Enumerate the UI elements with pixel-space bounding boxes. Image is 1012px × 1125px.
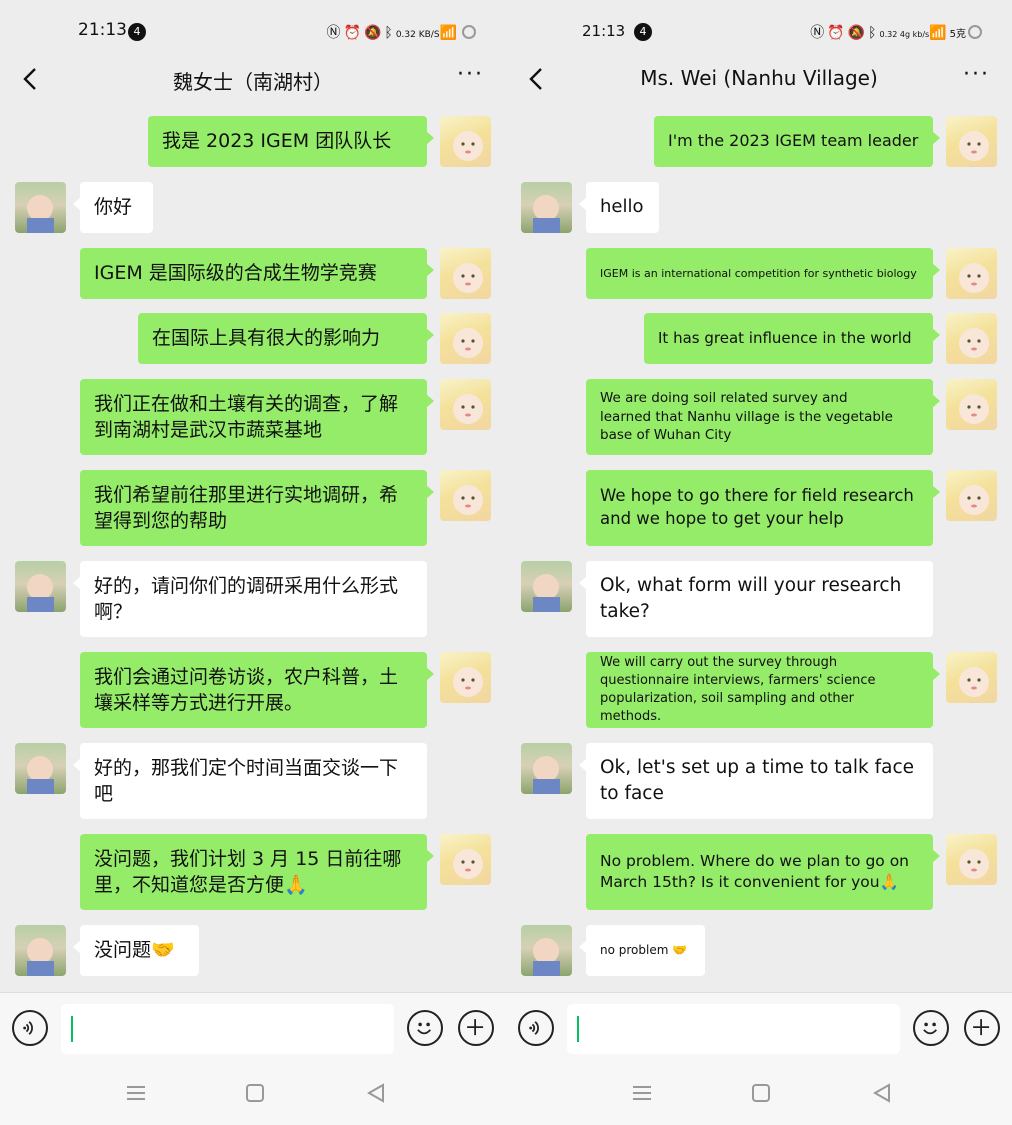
my-avatar[interactable] <box>946 248 997 299</box>
plus-icon[interactable] <box>964 1010 1000 1046</box>
chat-header: 魏女士（南湖村） ··· <box>0 56 506 106</box>
battery-icon <box>968 25 982 39</box>
status-bar: 21:13 4 Ⓝ⏰🔕ᛒ0.32 4g kb/s📶5克 <box>506 18 1012 46</box>
message-bubble-sent[interactable]: 我们会通过问卷访谈，农户科普，土壤采样等方式进行开展。 <box>80 652 434 728</box>
my-avatar[interactable] <box>440 379 491 430</box>
message-bubble-received[interactable]: 没问题🤝 <box>73 925 199 976</box>
message-input[interactable] <box>61 1004 394 1054</box>
contact-avatar[interactable] <box>521 561 572 612</box>
chat-input-bar <box>506 992 1012 1062</box>
my-avatar[interactable] <box>440 470 491 521</box>
my-avatar[interactable] <box>946 834 997 885</box>
menu-icon[interactable] <box>125 1082 147 1104</box>
message-bubble-received[interactable]: 好的，那我们定个时间当面交谈一下吧 <box>73 743 427 819</box>
plus-icon[interactable] <box>458 1010 494 1046</box>
message-bubble-received[interactable]: 好的，请问你们的调研采用什么形式啊？ <box>73 561 427 637</box>
contact-avatar[interactable] <box>15 561 66 612</box>
message-bubble-sent[interactable]: IGEM 是国际级的合成生物学竞赛 <box>80 248 434 299</box>
battery-icon <box>462 25 476 39</box>
message-bubble-sent[interactable]: 我们正在做和土壤有关的调查，了解到南湖村是武汉市蔬菜基地 <box>80 379 434 455</box>
signal-icon: 📶 <box>929 25 950 41</box>
contact-avatar[interactable] <box>521 925 572 976</box>
contact-avatar[interactable] <box>15 925 66 976</box>
back-icon[interactable] <box>16 64 46 94</box>
message-bubble-sent[interactable]: No problem. Where do we plan to go on Ma… <box>586 834 940 910</box>
notification-count-badge: 4 <box>128 23 146 41</box>
emoji-icon[interactable] <box>407 1010 443 1046</box>
my-avatar[interactable] <box>440 313 491 364</box>
message-bubble-sent[interactable]: 我们希望前往那里进行实地调研，希望得到您的帮助 <box>80 470 434 546</box>
message-bubble-received[interactable]: hello <box>579 182 659 233</box>
status-time: 21:13 <box>78 20 127 40</box>
bluetooth-icon: ᛒ <box>868 25 880 41</box>
my-avatar[interactable] <box>946 313 997 364</box>
back-triangle-icon[interactable] <box>365 1082 387 1104</box>
chat-header: Ms. Wei (Nanhu Village) ··· <box>506 56 1012 106</box>
message-bubble-sent[interactable]: IGEM is an international competition for… <box>586 248 940 299</box>
message-input[interactable] <box>567 1004 900 1054</box>
mute-icon: 🔕 <box>847 25 869 41</box>
message-bubble-sent[interactable]: It has great influence in the world <box>644 313 940 364</box>
contact-avatar[interactable] <box>521 743 572 794</box>
text-caret <box>577 1016 579 1042</box>
status-bar: 21:13 4 Ⓝ⏰🔕ᛒ0.32 KB/S📶 <box>0 18 506 46</box>
network-speed: 0.32 4g kb/s <box>879 30 930 39</box>
voice-icon[interactable] <box>518 1010 554 1046</box>
more-icon[interactable]: ··· <box>963 62 990 87</box>
menu-icon[interactable] <box>631 1082 653 1104</box>
home-icon[interactable] <box>244 1082 266 1104</box>
message-bubble-sent[interactable]: I'm the 2023 IGEM team leader <box>654 116 940 167</box>
more-icon[interactable]: ··· <box>457 62 484 87</box>
contact-avatar[interactable] <box>15 743 66 794</box>
message-bubble-received[interactable]: Ok, let's set up a time to talk face to … <box>579 743 933 819</box>
message-bubble-received[interactable]: no problem 🤝 <box>579 925 705 976</box>
alarm-icon: ⏰ <box>343 25 364 41</box>
back-triangle-icon[interactable] <box>871 1082 893 1104</box>
bluetooth-icon: ᛒ <box>384 25 396 41</box>
nfc-icon: Ⓝ <box>810 25 828 41</box>
message-bubble-received[interactable]: 你好 <box>73 182 153 233</box>
chat-input-bar <box>0 992 506 1062</box>
my-avatar[interactable] <box>946 652 997 703</box>
message-bubble-sent[interactable]: We are doing soil related survey and lea… <box>586 379 940 455</box>
mute-icon: 🔕 <box>363 25 385 41</box>
my-avatar[interactable] <box>946 116 997 167</box>
message-bubble-received[interactable]: Ok, what form will your research take? <box>579 561 933 637</box>
my-avatar[interactable] <box>946 379 997 430</box>
carrier-label: 5克 <box>949 29 966 40</box>
network-speed: 0.32 KB/S <box>395 30 440 40</box>
system-nav-bar <box>0 1062 506 1125</box>
emoji-icon[interactable] <box>913 1010 949 1046</box>
chat-title: 魏女士（南湖村） <box>173 70 333 94</box>
message-bubble-sent[interactable]: 在国际上具有很大的影响力 <box>138 313 434 364</box>
chat-panel-english: 21:13 4 Ⓝ⏰🔕ᛒ0.32 4g kb/s📶5克 Ms. Wei (Nan… <box>506 0 1012 1125</box>
contact-avatar[interactable] <box>15 182 66 233</box>
status-time: 21:13 <box>582 22 626 40</box>
my-avatar[interactable] <box>440 116 491 167</box>
alarm-icon: ⏰ <box>827 25 848 41</box>
status-icons: Ⓝ⏰🔕ᛒ0.32 4g kb/s📶5克 <box>810 22 982 42</box>
message-bubble-sent[interactable]: 我是 2023 IGEM 团队队长 <box>148 116 434 167</box>
home-icon[interactable] <box>750 1082 772 1104</box>
message-bubble-sent[interactable]: 没问题，我们计划 3 月 15 日前往哪里，不知道您是否方便🙏 <box>80 834 434 910</box>
system-nav-bar <box>506 1062 1012 1125</box>
my-avatar[interactable] <box>440 248 491 299</box>
contact-avatar[interactable] <box>521 182 572 233</box>
chat-panel-chinese: 21:13 4 Ⓝ⏰🔕ᛒ0.32 KB/S📶 魏女士（南湖村） ··· 我是 2… <box>0 0 506 1125</box>
voice-icon[interactable] <box>12 1010 48 1046</box>
my-avatar[interactable] <box>440 834 491 885</box>
chat-title: Ms. Wei (Nanhu Village) <box>640 66 878 90</box>
my-avatar[interactable] <box>946 470 997 521</box>
signal-icon: 📶 <box>439 25 460 41</box>
my-avatar[interactable] <box>440 652 491 703</box>
text-caret <box>71 1016 73 1042</box>
back-icon[interactable] <box>522 64 552 94</box>
notification-count-badge: 4 <box>634 23 652 41</box>
message-bubble-sent[interactable]: We hope to go there for field research a… <box>586 470 940 546</box>
nfc-icon: Ⓝ <box>326 25 344 41</box>
message-bubble-sent[interactable]: We will carry out the survey through que… <box>586 652 940 728</box>
status-icons: Ⓝ⏰🔕ᛒ0.32 KB/S📶 <box>327 22 476 42</box>
